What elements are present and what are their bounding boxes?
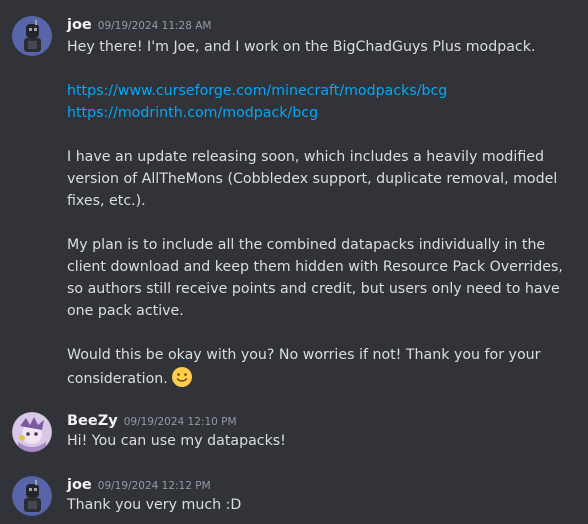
slightly-smiling-face-emoji[interactable] [171,366,193,395]
avatar-beezy[interactable] [12,412,52,452]
message-line: version of AllTheMons (Cobbledex support… [67,171,558,187]
message-joe-2: joe 09/19/2024 12:12 PM Thank you very mu… [0,474,588,518]
message-line: so authors still receive points and cred… [67,281,560,297]
chat-messages: joe 09/19/2024 11:28 AM Hey there! I'm Jo… [0,0,588,524]
robot-avatar-icon [12,16,52,56]
character-avatar-icon [12,412,52,452]
message-line: one pack active. [67,303,184,319]
message-header: joe 09/19/2024 12:12 PM [67,474,211,494]
message-line: Would this be okay with you? No worries … [67,347,541,363]
message-line: client download and keep them hidden wit… [67,259,563,275]
message-content: Hi! You can use my datapacks! [67,430,572,452]
username[interactable]: joe [67,477,92,493]
message-line: consideration. [67,371,168,387]
message-line: Hi! You can use my datapacks! [67,433,286,449]
robot-avatar-icon [12,476,52,516]
username[interactable]: BeeZy [67,413,118,429]
message-header: BeeZy 09/19/2024 12:10 PM [67,410,237,430]
avatar-joe[interactable] [12,16,52,56]
message-line: My plan is to include all the combined d… [67,237,546,253]
timestamp: 09/19/2024 12:12 PM [97,480,211,492]
message-beezy: BeeZy 09/19/2024 12:10 PM Hi! You can use… [0,410,588,454]
message-header: joe 09/19/2024 11:28 AM [67,14,211,34]
message-content: Hey there! I'm Joe, and I work on the Bi… [67,36,572,395]
message-line: Hey there! I'm Joe, and I work on the Bi… [67,39,536,55]
avatar-joe[interactable] [12,476,52,516]
username[interactable]: joe [67,17,92,33]
message-content: Thank you very much :D [67,494,572,516]
message-line: Thank you very much :D [67,497,242,513]
timestamp: 09/19/2024 11:28 AM [97,20,212,32]
timestamp: 09/19/2024 12:10 PM [123,416,237,428]
message-line: fixes, etc.). [67,193,146,209]
modrinth-link[interactable]: https://modrinth.com/modpack/bcg [67,105,318,121]
message-joe-1: joe 09/19/2024 11:28 AM Hey there! I'm Jo… [0,14,588,394]
curseforge-link[interactable]: https://www.curseforge.com/minecraft/mod… [67,83,447,99]
message-line: I have an update releasing soon, which i… [67,149,544,165]
